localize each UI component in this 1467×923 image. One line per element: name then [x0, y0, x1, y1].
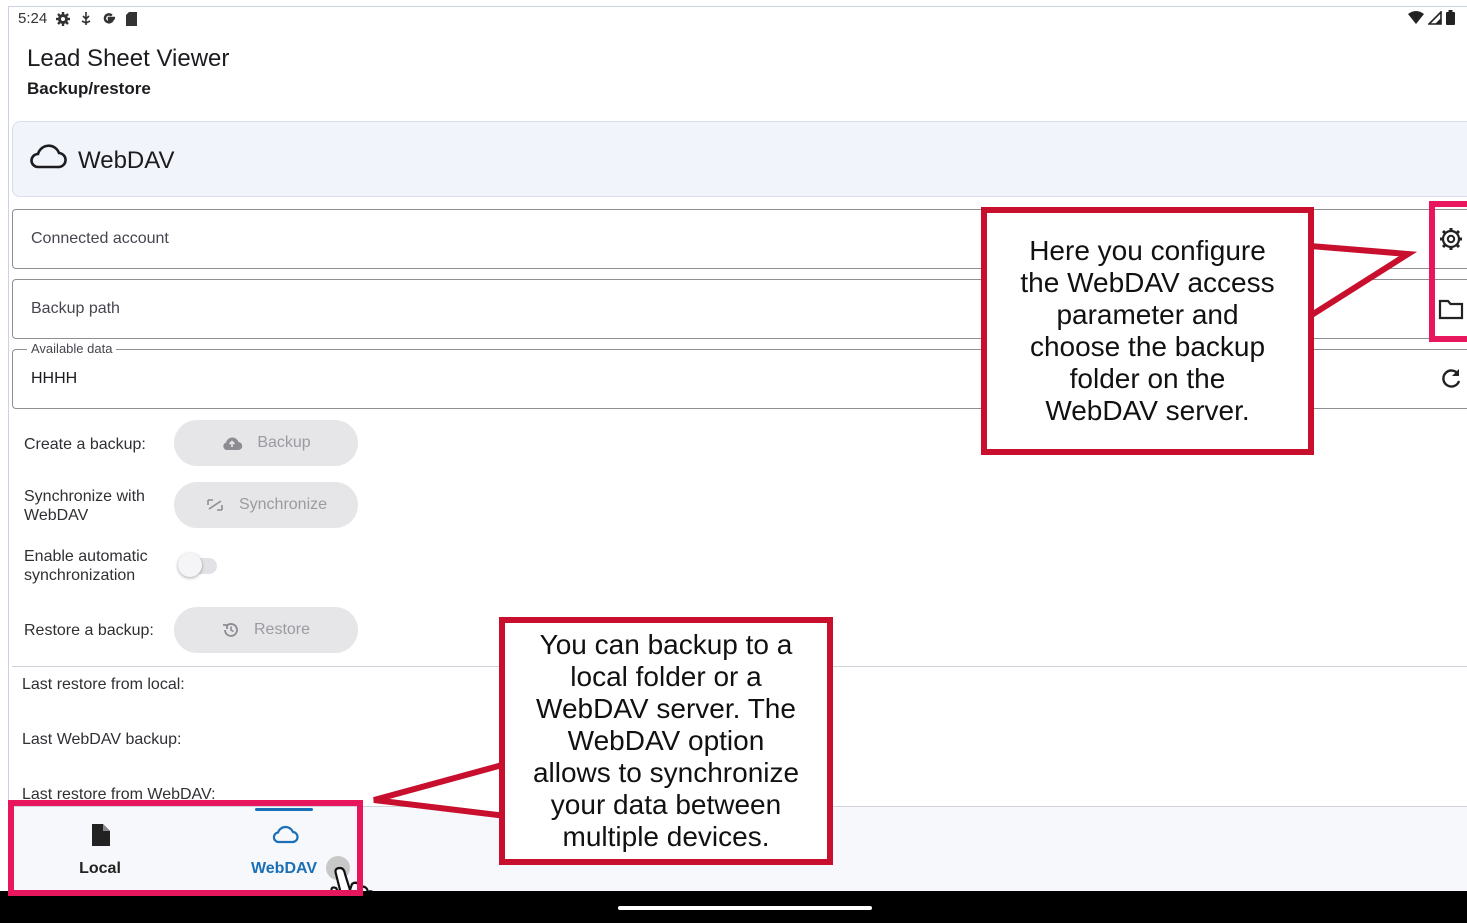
callout-top-line: choose the backup — [1029, 331, 1266, 362]
gear-icon — [56, 11, 71, 26]
callout-top-line: folder on the — [1069, 363, 1226, 394]
callout-top-line: Here you configure — [1029, 235, 1266, 266]
callout-bottom-line: local folder or a — [570, 661, 762, 692]
cloud-upload-icon — [223, 437, 243, 451]
synchronize-label-line2: WebDAV — [24, 507, 89, 524]
backup-button-label: Backup — [257, 434, 311, 451]
refresh-icon[interactable] — [1437, 365, 1465, 393]
callout-pointer-bottom — [373, 760, 512, 822]
status-time: 5:24 — [18, 10, 48, 27]
highlight-box-bottom-nav — [8, 800, 363, 896]
last-webdav-backup: Last WebDAV backup: — [22, 731, 182, 748]
auto-sync-label: Enable automatic synchronization — [24, 547, 148, 585]
backup-button[interactable]: Backup — [174, 420, 358, 466]
section-header — [12, 121, 1467, 197]
backup-path-label: Backup path — [31, 300, 120, 317]
callout-top-line: the WebDAV access — [1020, 267, 1275, 298]
highlight-box-actions — [1429, 201, 1467, 342]
callout-pointer-top — [1300, 242, 1418, 322]
battery-icon — [1446, 10, 1455, 25]
status-bar: 5:24 — [18, 10, 138, 27]
synchronize-button-label: Synchronize — [238, 496, 328, 513]
callout-bottom-line: WebDAV server. The — [536, 693, 796, 724]
synchronize-label-line1: Synchronize with — [24, 488, 145, 505]
app-title: Lead Sheet Viewer — [27, 45, 230, 72]
connected-account-label: Connected account — [31, 230, 169, 247]
auto-sync-label-line1: Enable automatic — [24, 548, 148, 565]
sync-icon — [207, 499, 223, 511]
available-data-value: HHHH — [31, 370, 78, 387]
restore-button-label: Restore — [253, 621, 311, 638]
synchronize-button[interactable]: Synchronize — [174, 482, 358, 528]
callout-bottom-line: multiple devices. — [562, 821, 770, 852]
section-title: WebDAV — [78, 147, 175, 174]
last-restore-local: Last restore from local: — [22, 676, 185, 693]
google-icon — [103, 12, 116, 24]
restore-button[interactable]: Restore — [174, 607, 358, 653]
callout-bottom-line: You can backup to a — [539, 629, 793, 660]
auto-sync-label-line2: synchronization — [24, 567, 136, 584]
callout-bottom-line: allows to synchronize — [532, 757, 800, 788]
status-right — [1408, 10, 1455, 25]
home-gesture-handle[interactable] — [618, 906, 872, 910]
usb-icon — [81, 11, 91, 25]
history-icon — [222, 623, 238, 637]
callout-top-line: WebDAV server. — [1045, 395, 1250, 426]
callout-bottom: You can backup to a local folder or a We… — [499, 617, 833, 865]
callout-bottom-line: WebDAV option — [567, 725, 765, 756]
synchronize-label: Synchronize with WebDAV — [24, 487, 145, 525]
cloud-icon — [30, 144, 67, 169]
create-backup-label: Create a backup: — [24, 436, 146, 453]
wifi-icon — [1408, 10, 1424, 24]
callout-bottom-line: your data between — [550, 789, 782, 820]
app-subtitle: Backup/restore — [27, 79, 151, 98]
signal-icon — [1428, 10, 1442, 25]
callout-top-line: parameter and — [1056, 299, 1239, 330]
available-data-label: Available data — [27, 341, 117, 356]
sdcard-icon — [126, 11, 138, 26]
restore-label: Restore a backup: — [24, 622, 154, 639]
auto-sync-switch-thumb[interactable] — [178, 553, 202, 577]
callout-top: Here you configure the WebDAV access par… — [981, 207, 1314, 455]
